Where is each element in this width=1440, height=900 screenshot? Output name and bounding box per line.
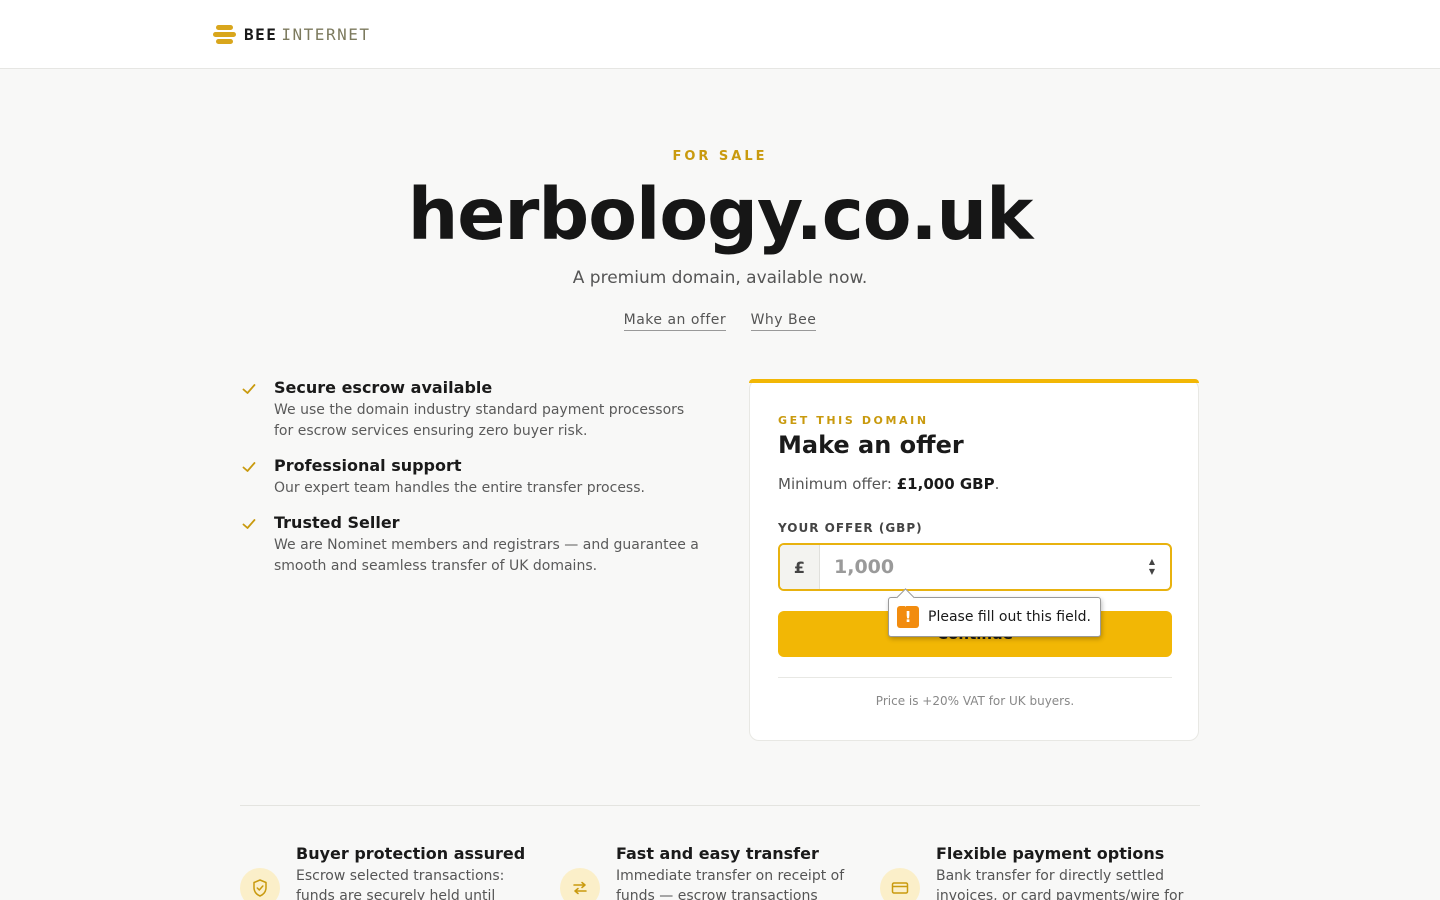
hero-subtitle: A premium domain, available now. bbox=[572, 268, 868, 288]
why-bee-link[interactable]: Why Bee bbox=[750, 312, 817, 331]
stepper-down-icon[interactable]: ▼ bbox=[1149, 567, 1155, 577]
benefit-title: Flexible payment options bbox=[936, 844, 1165, 863]
feature-item: Secure escrow available We use the domai… bbox=[240, 378, 700, 442]
for-sale-eyebrow: FOR SALE bbox=[672, 149, 768, 164]
minimum-offer-amount: £1,000 GBP bbox=[896, 475, 995, 493]
brand-name-light: INTERNET bbox=[281, 24, 371, 44]
currency-symbol: £ bbox=[780, 545, 820, 589]
feature-text: We are Nominet members and registrars — … bbox=[274, 537, 699, 574]
offer-card: GET THIS DOMAIN Make an offer Minimum of… bbox=[749, 379, 1199, 741]
benefit-text: Bank transfer for directly settled invoi… bbox=[936, 868, 1184, 900]
benefit-text: Immediate transfer on receipt of funds —… bbox=[616, 868, 845, 900]
feature-text: Our expert team handles the entire trans… bbox=[274, 480, 645, 496]
benefit-text: Escrow selected transactions: funds are … bbox=[296, 868, 505, 900]
feature-title: Trusted Seller bbox=[274, 513, 400, 532]
benefit-title: Buyer protection assured bbox=[296, 844, 526, 863]
card-title: Make an offer bbox=[778, 431, 964, 459]
card-accent-bar bbox=[749, 379, 1199, 383]
offer-input-group: £ ▲ ▼ bbox=[778, 543, 1172, 591]
check-icon bbox=[240, 456, 274, 499]
benefit-item: Buyer protection assured Escrow selected… bbox=[240, 844, 560, 900]
stepper-up-icon[interactable]: ▲ bbox=[1149, 557, 1155, 567]
validation-tooltip: ! Please fill out this field. bbox=[888, 597, 1101, 637]
section-divider bbox=[240, 805, 1200, 806]
number-stepper[interactable]: ▲ ▼ bbox=[1134, 545, 1170, 589]
offer-field-label: YOUR OFFER (GBP) bbox=[778, 521, 923, 535]
offer-amount-input[interactable] bbox=[820, 545, 1134, 589]
minimum-offer-prefix: Minimum offer: bbox=[778, 475, 897, 493]
benefits-row: Buyer protection assured Escrow selected… bbox=[240, 844, 1200, 900]
benefit-item: Flexible payment options Bank transfer f… bbox=[880, 844, 1200, 900]
check-icon bbox=[240, 378, 274, 442]
card-divider bbox=[778, 677, 1172, 678]
minimum-offer-suffix: . bbox=[994, 475, 1000, 493]
swap-arrows-icon bbox=[560, 868, 600, 900]
minimum-offer-text: Minimum offer: £1,000 GBP. bbox=[778, 475, 999, 493]
make-an-offer-link[interactable]: Make an offer bbox=[623, 312, 727, 331]
vat-note: Price is +20% VAT for UK buyers. bbox=[875, 694, 1075, 708]
feature-title: Secure escrow available bbox=[274, 378, 493, 397]
feature-list: Secure escrow available We use the domai… bbox=[240, 378, 700, 591]
check-icon bbox=[240, 513, 274, 577]
hero-links: Make an offer Why Bee bbox=[0, 312, 1440, 331]
feature-item: Trusted Seller We are Nominet members an… bbox=[240, 513, 700, 577]
feature-item: Professional support Our expert team han… bbox=[240, 456, 700, 499]
beehive-logo-icon bbox=[213, 23, 236, 45]
validation-message: Please fill out this field. bbox=[928, 609, 1091, 625]
benefit-title: Fast and easy transfer bbox=[616, 844, 819, 863]
feature-title: Professional support bbox=[274, 456, 462, 475]
top-bar: BEE INTERNET bbox=[0, 0, 1440, 69]
card-eyebrow: GET THIS DOMAIN bbox=[778, 414, 929, 427]
brand-name-bold: BEE bbox=[244, 24, 278, 44]
domain-title: herbology.co.uk bbox=[407, 173, 1034, 256]
credit-card-icon bbox=[880, 868, 920, 900]
shield-check-icon bbox=[240, 868, 280, 900]
brand-logo[interactable]: BEE INTERNET bbox=[213, 22, 370, 46]
warning-icon: ! bbox=[897, 606, 919, 628]
brand-name: BEE INTERNET bbox=[244, 25, 370, 44]
feature-text: We use the domain industry standard paym… bbox=[274, 402, 685, 439]
benefit-item: Fast and easy transfer Immediate transfe… bbox=[560, 844, 880, 900]
